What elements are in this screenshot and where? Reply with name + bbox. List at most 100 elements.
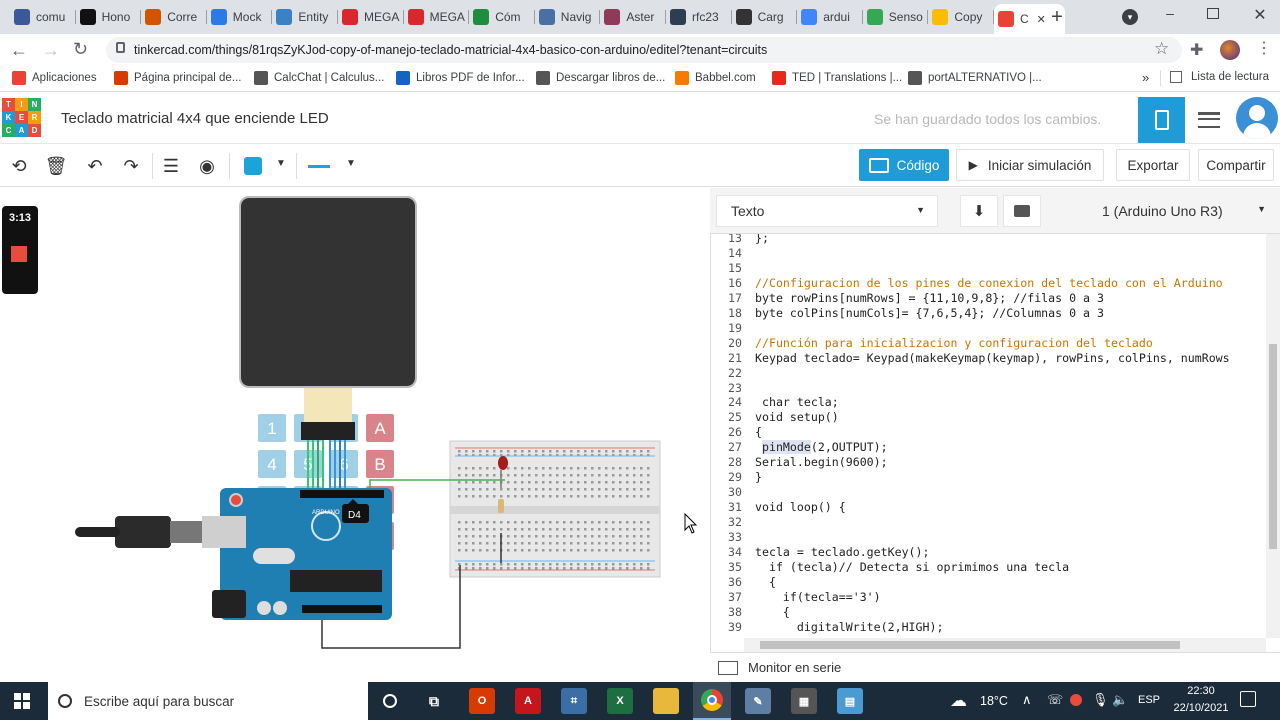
code-line[interactable]: 38 { <box>710 605 790 620</box>
bookmark-star-icon[interactable]: ☆ <box>1154 39 1169 59</box>
microphone-icon[interactable]: 🎙 <box>1092 692 1109 708</box>
speaker-icon[interactable]: 🔈 <box>1112 692 1128 708</box>
code-line[interactable]: 25 void setup() <box>710 410 839 425</box>
bookmarks-more-button[interactable]: » <box>1142 70 1149 85</box>
cortana-icon[interactable] <box>377 688 403 714</box>
redo-icon[interactable]: ↷ <box>120 155 142 177</box>
file-explorer-icon[interactable] <box>653 688 679 714</box>
visibility-icon[interactable]: ◉ <box>196 155 218 177</box>
tinkercad-logo[interactable]: TINKERCAD <box>2 98 42 138</box>
code-line[interactable]: 23 <box>710 381 755 396</box>
code-line[interactable]: 16 //Configuracion de los pines de conexi… <box>710 276 1223 291</box>
user-avatar[interactable] <box>1236 97 1278 139</box>
acrobat-icon[interactable]: A <box>515 688 541 714</box>
notes-app-icon[interactable]: ▤ <box>837 688 863 714</box>
security-icon[interactable] <box>1070 694 1082 706</box>
browser-tab[interactable]: ardui <box>797 4 863 30</box>
browser-tab[interactable]: Entity <box>272 4 338 30</box>
rotate-icon[interactable]: ⟲ <box>8 155 30 177</box>
new-tab-button[interactable]: + <box>1046 6 1068 28</box>
code-mode-select[interactable]: Texto ▼ <box>716 195 938 227</box>
code-line[interactable]: 21 Keypad teclado= Keypad(makeKeymap(keym… <box>710 351 1230 366</box>
bookmark-item[interactable]: Libros PDF de Infor... <box>396 71 525 85</box>
code-line[interactable]: 32 <box>710 515 755 530</box>
code-line[interactable]: 37 if(tecla=='3') <box>710 590 881 605</box>
serial-monitor-bar[interactable]: Monitor en serie <box>710 652 1280 682</box>
chevron-down-icon[interactable]: ▼ <box>276 158 286 169</box>
excel-icon[interactable]: X <box>607 688 633 714</box>
menu-icon[interactable]: ⋮ <box>1256 38 1272 58</box>
code-line[interactable]: 18 byte colPins[numCols]= {7,6,5,4}; //Co… <box>710 306 1104 321</box>
code-line[interactable]: 17 byte rowPins[numRows] = {11,10,9,8}; /… <box>710 291 1104 306</box>
browser-tab[interactable]: Senso <box>863 4 929 30</box>
code-line[interactable]: 39 digitalWrite(2,HIGH); <box>710 620 943 635</box>
fill-color-swatch[interactable] <box>244 157 262 175</box>
network-icon[interactable]: ☏ <box>1047 692 1063 708</box>
browser-tab[interactable]: Aster <box>600 4 666 30</box>
export-button[interactable]: Exportar <box>1116 149 1190 181</box>
weather-icon[interactable]: ☁ <box>950 691 967 711</box>
delete-icon[interactable]: 🗑 <box>45 155 68 177</box>
calculator-icon[interactable]: ▦ <box>791 688 817 714</box>
bookmark-item[interactable]: Descargar libros de... <box>536 71 665 85</box>
browser-tab[interactable]: rfc23 <box>666 4 732 30</box>
components-list-icon[interactable] <box>1198 112 1220 128</box>
bookmark-item[interactable]: Aplicaciones <box>12 71 97 85</box>
reading-list-button[interactable]: Lista de lectura <box>1170 71 1269 83</box>
code-line[interactable]: 26 { <box>710 425 762 440</box>
close-tab-icon[interactable]: ✕ <box>1037 13 1046 26</box>
code-line[interactable]: 34 tecla = teclado.getKey(); <box>710 545 929 560</box>
code-button[interactable]: Código <box>859 149 949 181</box>
task-view-icon[interactable]: ⧉ <box>421 688 447 714</box>
code-line[interactable]: 28 Serial.begin(9600); <box>710 455 888 470</box>
browser-tab[interactable]: Navig <box>535 4 601 30</box>
clock-time[interactable]: 22:30 <box>1176 685 1226 697</box>
browser-tab[interactable]: Cóm <box>469 4 535 30</box>
reload-icon[interactable]: ↻ <box>73 39 88 60</box>
code-line[interactable]: 20 //Función para inicializacion y config… <box>710 336 1153 351</box>
clock-date[interactable]: 22/10/2021 <box>1170 702 1232 714</box>
tab-search-icon[interactable]: ▾ <box>1122 9 1138 25</box>
taskbar-search-box[interactable]: Escribe aquí para buscar <box>48 682 368 720</box>
profile-avatar[interactable] <box>1220 40 1240 60</box>
browser-tab[interactable]: Copy <box>928 4 994 30</box>
code-line[interactable]: 40 <box>710 635 783 636</box>
code-line[interactable]: 19 <box>710 321 755 336</box>
code-line[interactable]: 33 <box>710 530 755 545</box>
minimize-window-button[interactable]: – <box>1160 5 1180 25</box>
browser-tab[interactable]: Mock <box>207 4 273 30</box>
start-simulation-button[interactable]: ▶ Iniciar simulación <box>956 149 1104 181</box>
code-line[interactable]: 27 pinMode(2,OUTPUT); <box>710 440 888 455</box>
code-line[interactable]: 14 <box>710 246 755 261</box>
bookmark-item[interactable]: Página principal de... <box>114 71 241 85</box>
horizontal-scrollbar[interactable] <box>744 638 1266 652</box>
device-select[interactable]: 1 (Arduino Uno R3) ▼ <box>1102 195 1270 227</box>
browser-tab[interactable]: MEGA <box>404 4 470 30</box>
browser-tab[interactable]: Carg <box>732 4 798 30</box>
paint-icon[interactable]: ✎ <box>745 688 771 714</box>
maximize-window-button[interactable] <box>1207 8 1219 19</box>
forward-icon[interactable]: → <box>42 40 60 61</box>
weather-temp[interactable]: 18°C <box>980 694 1008 708</box>
bookmark-item[interactable]: TED | Translations |... <box>772 71 902 85</box>
vertical-scrollbar[interactable] <box>1266 234 1280 638</box>
code-line[interactable]: 31 void loop() { <box>710 500 846 515</box>
code-line[interactable]: 13}; <box>710 234 769 246</box>
libraries-button[interactable] <box>1003 195 1041 227</box>
code-line[interactable]: 24 char tecla; <box>710 395 839 410</box>
code-line[interactable]: 30 <box>710 485 755 500</box>
wire-style-icon[interactable] <box>308 165 330 168</box>
office-icon[interactable]: O <box>469 688 495 714</box>
browser-tab[interactable]: comu <box>10 4 76 30</box>
code-editor[interactable]: 13}; 14 15 16//Configuracion de los pines d… <box>710 234 1266 636</box>
circuit-drawing[interactable]: 123A456B789C*0#D <box>0 188 710 682</box>
omnibox[interactable]: tinkercad.com/things/81rqsZyKJod-copy-of… <box>106 37 1182 63</box>
bookmark-item[interactable]: CalcChat | Calculus... <box>254 71 384 85</box>
code-line[interactable]: 36 { <box>710 575 776 590</box>
chrome-taskbar-button[interactable] <box>693 682 731 720</box>
code-line[interactable]: 29} <box>710 470 762 485</box>
bookmark-item[interactable]: Babbel.com <box>675 71 756 85</box>
notes-icon[interactable]: ☰ <box>160 155 182 177</box>
circuit-view-button[interactable] <box>1138 97 1185 143</box>
bookmark-item[interactable]: portALTERNATIVO |... <box>908 71 1042 85</box>
